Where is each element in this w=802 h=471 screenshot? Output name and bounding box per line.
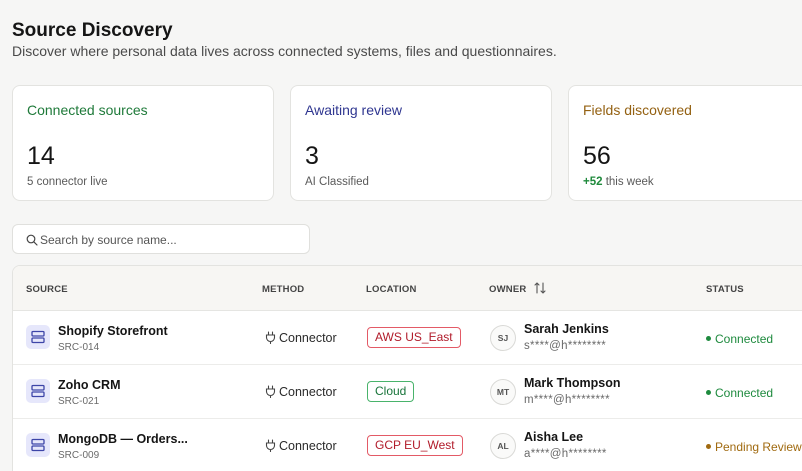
card-note: +52 this week [583,176,654,188]
card-title: Connected sources [27,102,148,118]
table-header: SOURCE METHOD LOCATION OWNER STATUS [13,266,802,311]
plug-icon [265,385,276,399]
stat-card-awaiting-review: Awaiting review 3 AI Classified [290,85,552,201]
search-icon [26,234,38,246]
server-icon [26,325,50,349]
owner-email: s****@h******** [524,340,607,352]
avatar: AL [490,433,516,459]
column-header-source[interactable]: SOURCE [26,284,68,295]
status-dot [706,390,711,395]
card-delta: +52 [583,176,603,188]
search-input[interactable] [40,229,300,251]
sort-icon[interactable] [532,280,548,296]
column-header-status[interactable]: STATUS [706,284,744,295]
source-id: SRC-021 [58,396,100,407]
source-id: SRC-009 [58,450,100,461]
method-cell: Connector [265,331,337,345]
location-badge: GCP EU_West [367,435,463,456]
column-header-owner-label: OWNER [489,284,527,295]
status-badge: Pending Review [706,440,802,454]
column-header-owner[interactable]: OWNER [489,282,546,295]
table-row[interactable]: MongoDB — Orders... SRC-009 Connector GC… [13,419,802,471]
location-badge: Cloud [367,381,415,402]
location-badge: AWS US_East [367,327,461,348]
status-label: Connected [715,332,774,346]
status-label: Pending Review [715,440,802,454]
status-dot [706,444,711,449]
card-note: 5 connector live [27,176,108,188]
table-row[interactable]: Shopify Storefront SRC-014 Connector AWS… [13,311,802,365]
server-icon [26,379,50,403]
card-value: 56 [583,142,611,170]
method-label: Connector [279,385,337,399]
card-value: 3 [305,142,319,170]
avatar: MT [490,379,516,405]
method-cell: Connector [265,439,337,453]
page-subtitle: Discover where personal data lives acros… [12,43,557,59]
card-note-text: this week [605,176,654,188]
card-title: Fields discovered [583,102,692,118]
status-label: Connected [715,386,774,400]
status-badge: Connected [706,332,773,346]
owner-name: Aisha Lee [524,430,584,444]
method-label: Connector [279,331,337,345]
stat-card-connected-sources: Connected sources 14 5 connector live [12,85,274,201]
owner-email: a****@h******** [524,448,607,460]
column-header-method[interactable]: METHOD [262,284,304,295]
avatar: SJ [490,325,516,351]
card-value: 14 [27,142,55,170]
owner-name: Mark Thompson [524,376,621,390]
card-title: Awaiting review [305,102,403,118]
page-title: Source Discovery [12,20,173,41]
owner-name: Sarah Jenkins [524,322,609,336]
source-name[interactable]: Shopify Storefront [58,324,168,338]
source-name[interactable]: MongoDB — Orders... [58,432,188,446]
server-icon [26,433,50,457]
table-row[interactable]: Zoho CRM SRC-021 Connector Cloud MT Mark… [13,365,802,419]
column-header-location[interactable]: LOCATION [366,284,417,295]
source-id: SRC-014 [58,342,100,353]
status-badge: Connected [706,386,773,400]
plug-icon [265,439,276,453]
method-cell: Connector [265,385,337,399]
card-note: AI Classified [305,176,369,188]
stat-card-fields-discovered: Fields discovered 56 +52 this week [568,85,802,201]
search-box[interactable] [12,224,310,254]
plug-icon [265,331,276,345]
owner-email: m****@h******** [524,394,610,406]
status-dot [706,336,711,341]
source-name[interactable]: Zoho CRM [58,378,120,392]
method-label: Connector [279,439,337,453]
sources-table: SOURCE METHOD LOCATION OWNER STATUS Shop… [12,265,802,471]
